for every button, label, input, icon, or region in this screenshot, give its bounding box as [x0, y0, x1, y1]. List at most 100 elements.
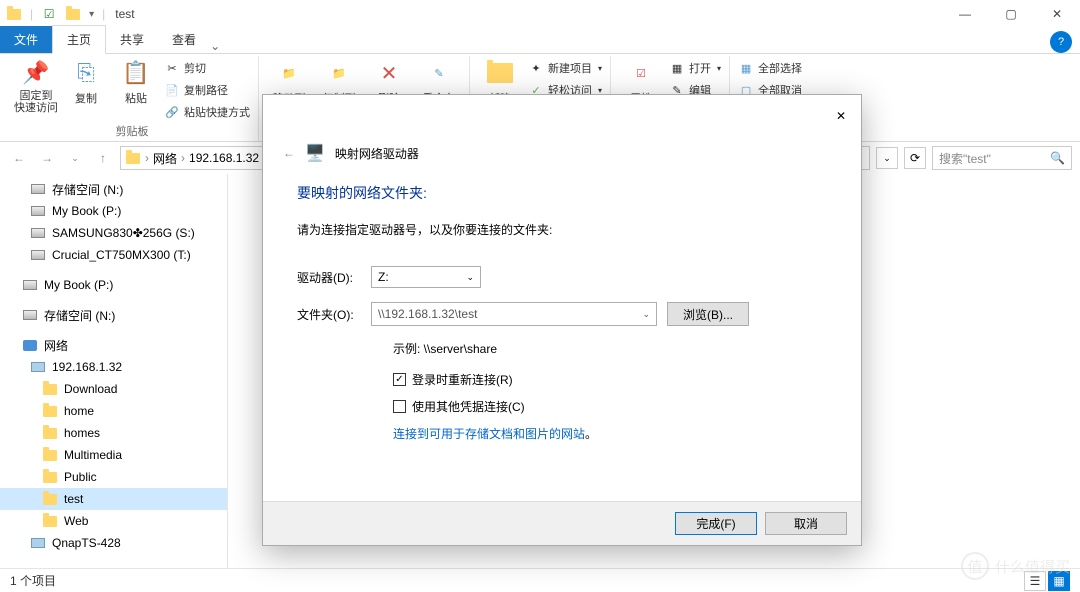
finish-button[interactable]: 完成(F) [675, 512, 757, 535]
refresh-button[interactable]: ⟳ [904, 147, 926, 169]
tree-item-label: My Book (P:) [44, 278, 113, 292]
reconnect-label: 登录时重新连接(R) [412, 371, 513, 388]
qat-divider: | [102, 7, 105, 21]
copy-path-icon: 📄 [164, 82, 180, 98]
back-button[interactable]: ← [8, 147, 30, 169]
paste-button[interactable]: 📋 粘贴 [114, 58, 158, 122]
ribbon-collapse-icon[interactable]: ⌄ [210, 39, 220, 53]
breadcrumb[interactable]: 网络 [153, 150, 177, 167]
open-icon: ▦ [669, 60, 685, 76]
tree-item[interactable]: 存储空间 (N:) [0, 304, 227, 326]
folder-input[interactable]: \\192.168.1.32\test ⌄ [371, 302, 657, 326]
other-credentials-label: 使用其他凭据连接(C) [412, 398, 525, 415]
new-item-icon: ✦ [528, 60, 544, 76]
tree-item-label: homes [64, 426, 100, 440]
help-button[interactable]: ? [1050, 31, 1072, 53]
qat-chevron-icon[interactable]: ▾ [89, 9, 94, 20]
paste-shortcut-button[interactable]: 🔗粘贴快捷方式 [164, 102, 250, 122]
up-button[interactable]: ↑ [92, 147, 114, 169]
tree-item[interactable]: Crucial_CT750MX300 (T:) [0, 244, 227, 266]
tree-item[interactable]: Public [0, 466, 227, 488]
pin-button[interactable]: 📌 固定到 快速访问 [14, 58, 58, 122]
search-icon: 🔍 [1050, 151, 1065, 165]
folder-icon [42, 447, 58, 463]
reconnect-checkbox[interactable]: ✓ [393, 373, 406, 386]
tab-home[interactable]: 主页 [52, 25, 106, 54]
folder-icon [42, 425, 58, 441]
tree-item-label: Crucial_CT750MX300 (T:) [52, 248, 191, 262]
minimize-button[interactable]: — [942, 0, 988, 28]
tab-share[interactable]: 共享 [106, 26, 158, 53]
other-credentials-checkbox[interactable] [393, 400, 406, 413]
qat-folder-icon[interactable] [65, 6, 81, 22]
tree-item[interactable]: Web [0, 510, 227, 532]
tree-item[interactable]: My Book (P:) [0, 200, 227, 222]
pc-icon [30, 359, 46, 375]
breadcrumb[interactable]: 192.168.1.32 [189, 151, 259, 165]
navigation-tree[interactable]: 存储空间 (N:) My Book (P:) SAMSUNG830✤256G (S:… [0, 174, 228, 568]
folder-icon [42, 491, 58, 507]
new-item-button[interactable]: ✦新建项目▾ [528, 58, 602, 78]
folder-value: \\192.168.1.32\test [378, 307, 477, 321]
tree-item-label: Multimedia [64, 448, 122, 462]
delete-icon: ✕ [374, 58, 404, 88]
tab-file[interactable]: 文件 [0, 26, 52, 53]
tree-item[interactable]: SAMSUNG830✤256G (S:) [0, 222, 227, 244]
tree-item[interactable]: 存储空间 (N:) [0, 178, 227, 200]
select-all-button[interactable]: ▦全部选择 [738, 58, 802, 78]
tree-item-label: 存储空间 (N:) [44, 307, 115, 324]
browse-button[interactable]: 浏览(B)... [667, 302, 749, 326]
clipboard-group-label: 剪贴板 [116, 123, 149, 141]
tree-item[interactable]: test [0, 488, 227, 510]
breadcrumb-sep-icon: › [181, 151, 185, 165]
tree-item[interactable]: QnapTS-428 [0, 532, 227, 554]
copy-to-icon: 📁 [324, 58, 354, 88]
tree-item[interactable]: 网络 [0, 334, 227, 356]
tab-view[interactable]: 查看 [158, 26, 210, 53]
drive-icon [30, 225, 46, 241]
tree-item[interactable]: Multimedia [0, 444, 227, 466]
search-input[interactable]: 搜索"test" 🔍 [932, 146, 1072, 170]
cancel-button[interactable]: 取消 [765, 512, 847, 535]
tree-item-label: 网络 [44, 337, 68, 354]
search-placeholder: 搜索"test" [939, 150, 991, 167]
close-button[interactable]: ✕ [1034, 0, 1080, 28]
pc-icon [30, 535, 46, 551]
drive-icon [22, 277, 38, 293]
dialog-close-button[interactable]: ✕ [821, 101, 861, 131]
item-count: 1 个项目 [10, 572, 56, 589]
open-button[interactable]: ▦打开▾ [669, 58, 721, 78]
forward-button[interactable]: → [36, 147, 58, 169]
tree-item[interactable]: My Book (P:) [0, 274, 227, 296]
tree-item-label: Web [64, 514, 88, 528]
network-drive-icon: 🖥️ [305, 143, 325, 163]
chevron-down-icon: ⌄ [642, 309, 650, 320]
copy-button[interactable]: ⎘ 复制 [64, 58, 108, 122]
tree-item-label: QnapTS-428 [52, 536, 121, 550]
tree-item[interactable]: home [0, 400, 227, 422]
cut-icon: ✂ [164, 60, 180, 76]
watermark-icon: 值 [961, 552, 989, 580]
select-all-icon: ▦ [738, 60, 754, 76]
copy-path-button[interactable]: 📄复制路径 [164, 80, 250, 100]
drive-icon [30, 203, 46, 219]
window-title: test [115, 7, 134, 21]
tree-item-label: My Book (P:) [52, 204, 121, 218]
recent-dropdown[interactable]: ⌄ [64, 147, 86, 169]
address-dropdown[interactable]: ⌄ [876, 147, 898, 169]
cut-button[interactable]: ✂剪切 [164, 58, 250, 78]
dialog-back-button[interactable]: ← [283, 146, 295, 160]
tree-item[interactable]: Download [0, 378, 227, 400]
storage-link[interactable]: 连接到可用于存储文档和图片的网站 [393, 427, 585, 441]
watermark-text: 什么值得买 [995, 556, 1070, 577]
tree-item-label: 存储空间 (N:) [52, 181, 123, 198]
tree-item[interactable]: homes [0, 422, 227, 444]
drive-label: 驱动器(D): [297, 269, 371, 286]
tree-item[interactable]: 192.168.1.32 [0, 356, 227, 378]
tree-item-label: test [64, 492, 83, 506]
drive-select[interactable]: Z: ⌄ [371, 266, 481, 288]
qat-checkbox-icon[interactable]: ☑ [41, 6, 57, 22]
tree-item-label: Public [64, 470, 97, 484]
maximize-button[interactable]: ▢ [988, 0, 1034, 28]
new-folder-icon [485, 58, 515, 88]
